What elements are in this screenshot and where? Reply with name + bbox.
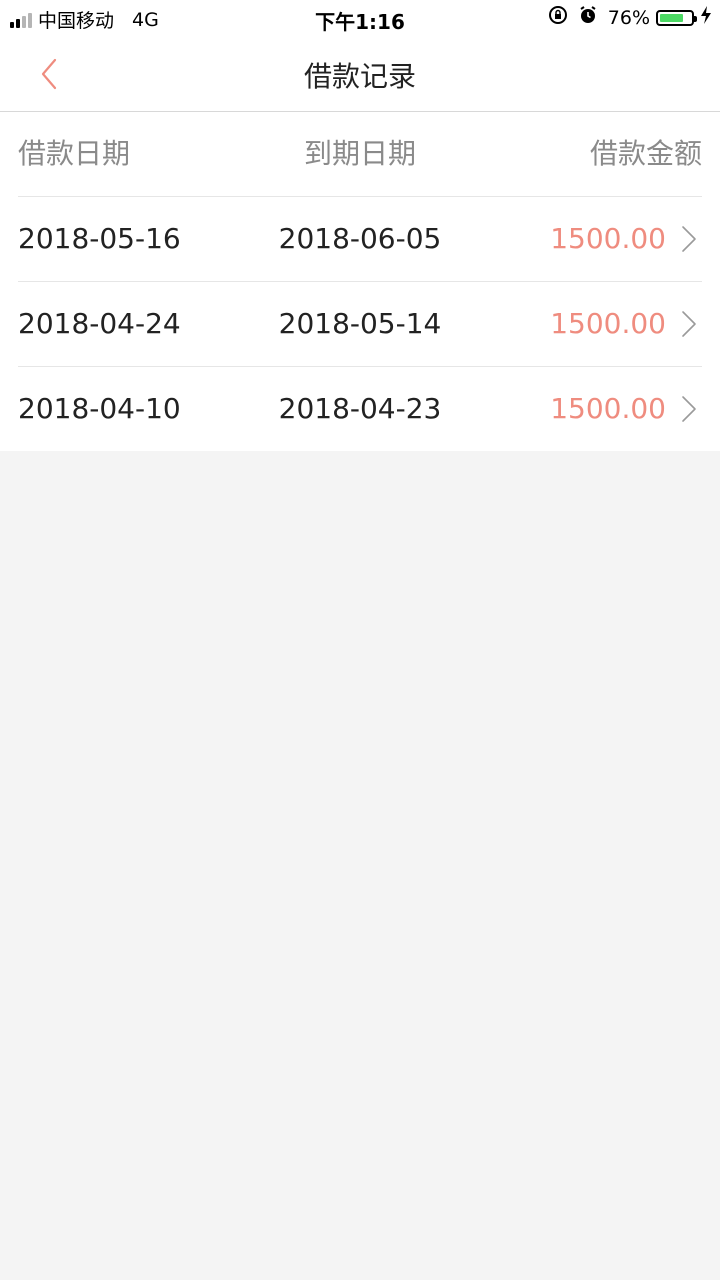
header-amount: 借款金额 bbox=[589, 137, 702, 170]
alarm-icon bbox=[578, 5, 598, 30]
row-borrow-date: 2018-05-16 bbox=[18, 222, 181, 255]
rotation-lock-icon bbox=[548, 5, 568, 30]
page-title: 借款记录 bbox=[303, 60, 416, 93]
charging-icon bbox=[700, 5, 712, 30]
table-row[interactable]: 2018-05-16 2018-06-05 1500.00 bbox=[18, 197, 702, 282]
chevron-right-icon bbox=[682, 311, 696, 337]
row-amount: 1500.00 bbox=[550, 392, 666, 425]
row-amount: 1500.00 bbox=[550, 307, 666, 340]
battery-percent: 76% bbox=[607, 6, 650, 29]
battery-level bbox=[660, 13, 683, 22]
chevron-right-icon bbox=[682, 226, 696, 252]
row-due-date: 2018-06-05 bbox=[278, 222, 442, 255]
header-borrow-date: 借款日期 bbox=[18, 137, 131, 170]
row-amount: 1500.00 bbox=[550, 222, 666, 255]
row-due-date: 2018-04-23 bbox=[278, 392, 442, 425]
battery-icon bbox=[656, 9, 697, 26]
chevron-right-icon bbox=[682, 396, 696, 422]
row-due-date: 2018-05-14 bbox=[278, 307, 442, 340]
table-header: 借款日期 到期日期 借款金额 bbox=[18, 112, 702, 197]
status-right: 76% bbox=[548, 5, 712, 30]
loan-record-table: 借款日期 到期日期 借款金额 2018-05-16 2018-06-05 150… bbox=[0, 112, 720, 451]
table-row[interactable]: 2018-04-24 2018-05-14 1500.00 bbox=[18, 282, 702, 367]
header-due-date: 到期日期 bbox=[303, 137, 416, 170]
table-row[interactable]: 2018-04-10 2018-04-23 1500.00 bbox=[18, 367, 702, 451]
row-borrow-date: 2018-04-24 bbox=[18, 307, 181, 340]
row-borrow-date: 2018-04-10 bbox=[18, 392, 181, 425]
status-bar: 中国移动 4G 下午1:16 76% bbox=[0, 0, 720, 36]
nav-bar: 借款记录 bbox=[0, 36, 720, 112]
